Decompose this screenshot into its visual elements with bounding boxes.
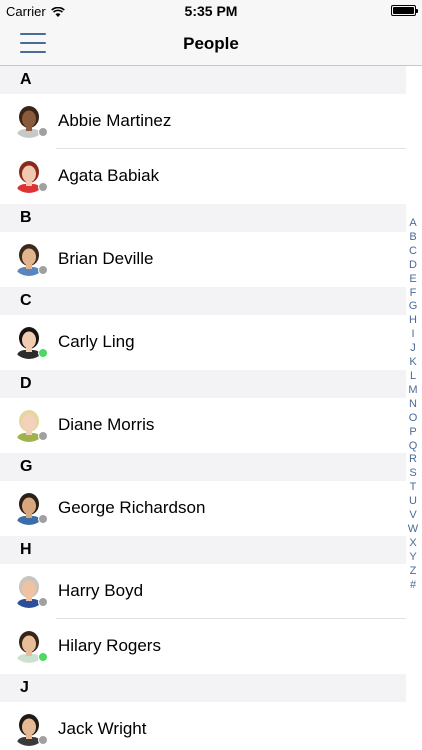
index-letter[interactable]: D: [406, 259, 420, 273]
index-letter[interactable]: B: [406, 231, 420, 245]
contact-name: Agata Babiak: [58, 166, 160, 185]
contact-row[interactable]: Hilary Rogers: [0, 619, 406, 674]
contact-row[interactable]: Abbie Martinez: [0, 94, 406, 149]
section-header: C: [0, 287, 406, 315]
contact-row[interactable]: George Richardson: [0, 481, 406, 536]
offline-status-icon: [38, 597, 48, 607]
section-header: J: [0, 674, 406, 702]
index-letter[interactable]: M: [406, 384, 420, 398]
index-letter[interactable]: G: [406, 300, 420, 314]
index-letter[interactable]: Q: [406, 440, 420, 454]
contact-name: Brian Deville: [58, 249, 154, 268]
index-letter[interactable]: U: [406, 495, 420, 509]
navigation-bar: People: [0, 22, 422, 66]
index-letter[interactable]: P: [406, 426, 420, 440]
section-header: A: [0, 66, 406, 94]
index-letter[interactable]: L: [406, 370, 420, 384]
online-status-icon: [38, 652, 48, 662]
contact-row[interactable]: Diane Morris: [0, 398, 406, 453]
offline-status-icon: [38, 182, 48, 192]
contact-name: Hilary Rogers: [58, 636, 161, 655]
contact-name: Abbie Martinez: [58, 111, 172, 130]
section-header: H: [0, 536, 406, 564]
offline-status-icon: [38, 127, 48, 137]
contact-name: George Richardson: [58, 498, 206, 517]
contact-name: Diane Morris: [58, 415, 155, 434]
contact-name: Jack Wright: [58, 719, 147, 738]
contact-row[interactable]: Carly Ling: [0, 315, 406, 370]
contact-name: Carly Ling: [58, 332, 135, 351]
section-index[interactable]: A B C D E F G H I J K L M N O P Q R S T U V W X Y Z #: [406, 217, 420, 592]
index-letter[interactable]: W: [406, 523, 420, 537]
page-title: People: [183, 34, 239, 53]
index-letter[interactable]: X: [406, 537, 420, 551]
index-letter[interactable]: H: [406, 314, 420, 328]
status-bar: Carrier 5:35 PM: [0, 0, 422, 22]
contact-row[interactable]: Jack Wright: [0, 702, 406, 750]
index-letter[interactable]: Z: [406, 565, 420, 579]
index-letter[interactable]: V: [406, 509, 420, 523]
section-header: B: [0, 204, 406, 232]
offline-status-icon: [38, 431, 48, 441]
index-letter[interactable]: S: [406, 467, 420, 481]
index-letter[interactable]: N: [406, 398, 420, 412]
offline-status-icon: [38, 265, 48, 275]
status-time: 5:35 PM: [184, 3, 238, 19]
index-letter[interactable]: K: [406, 356, 420, 370]
index-letter[interactable]: J: [406, 342, 420, 356]
section-header: D: [0, 370, 406, 398]
online-status-icon: [38, 348, 48, 358]
index-letter[interactable]: C: [406, 245, 420, 259]
index-letter[interactable]: A: [406, 217, 420, 231]
contact-name: Harry Boyd: [58, 581, 144, 600]
section-header: G: [0, 453, 406, 481]
contact-row[interactable]: Agata Babiak: [0, 149, 406, 204]
index-letter[interactable]: E: [406, 273, 420, 287]
index-letter[interactable]: I: [406, 328, 420, 342]
battery-icon: [391, 5, 418, 16]
people-list: A Abbie Martinez Agata Babiak B Brian Devill…: [0, 66, 422, 750]
contact-row[interactable]: Brian Deville: [0, 232, 406, 287]
index-letter[interactable]: F: [406, 287, 420, 301]
index-letter[interactable]: Y: [406, 551, 420, 565]
index-letter[interactable]: O: [406, 412, 420, 426]
contact-row[interactable]: Harry Boyd: [0, 564, 406, 619]
offline-status-icon: [38, 514, 48, 524]
index-letter[interactable]: R: [406, 453, 420, 467]
offline-status-icon: [38, 735, 48, 745]
index-letter[interactable]: T: [406, 481, 420, 495]
index-letter[interactable]: #: [406, 579, 420, 593]
